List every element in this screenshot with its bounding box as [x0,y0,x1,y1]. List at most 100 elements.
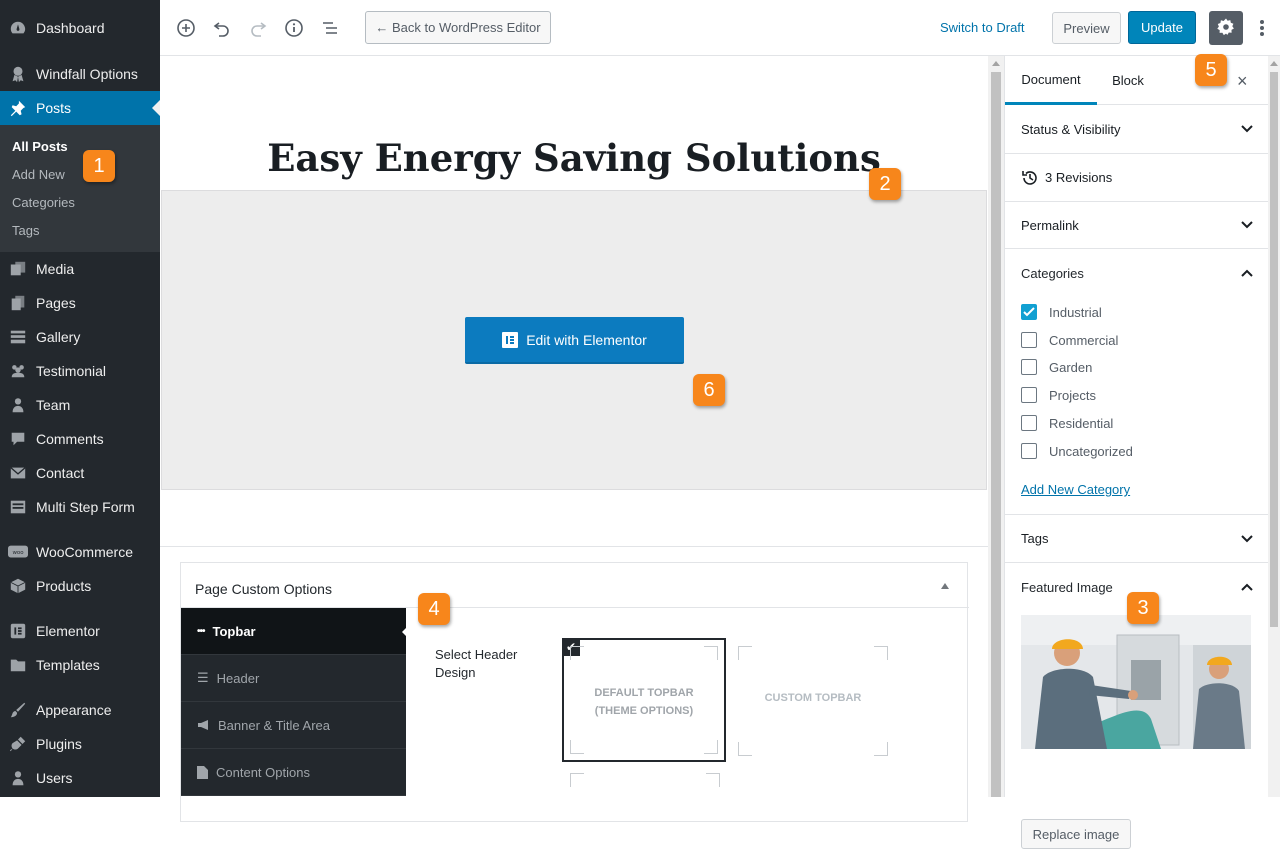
chevron-down-icon [1241,221,1253,229]
elementor-button-label: Edit with Elementor [526,331,647,348]
category-checkbox-residential[interactable] [1021,415,1037,431]
scroll-up-icon[interactable] [1270,61,1278,66]
sidebar-item-contact[interactable]: Contact [0,456,160,490]
featured-image-thumbnail[interactable] [1021,615,1251,749]
category-checkbox-industrial[interactable] [1021,304,1037,320]
media-icon [8,259,28,279]
sidebar-item-appearance[interactable]: Appearance [0,693,160,727]
gallery-icon [8,327,28,347]
category-label-residential: Residential [1049,416,1114,431]
post-title[interactable]: Easy Energy Saving Solutions [160,136,988,180]
scrollbar-thumb[interactable] [1270,72,1278,627]
category-checkbox-garden[interactable] [1021,359,1037,375]
sidebar-item-gallery[interactable]: Gallery [0,320,160,354]
award-icon [8,64,28,84]
posts-submenu: All Posts Add New Categories Tags [0,125,160,252]
option-custom-topbar[interactable]: CUSTOM TOPBAR [738,646,888,756]
box-icon [8,576,28,596]
form-icon [8,497,28,517]
megaphone-icon [197,719,210,731]
sidebar-item-label: Elementor [36,623,100,639]
featured-image-title[interactable]: Featured Image [1021,580,1113,595]
scrollbar-thumb[interactable] [991,72,1001,797]
panel-row-label: Permalink [1021,217,1079,233]
chevron-up-icon[interactable] [1240,580,1254,594]
close-icon[interactable]: × [1237,71,1248,92]
sidebar-item-label: Dashboard [36,20,105,36]
submenu-all-posts[interactable]: All Posts [12,139,68,154]
sidebar-item-multi-step-form[interactable]: Multi Step Form [0,490,160,524]
collapse-arrow-icon[interactable] [941,583,949,589]
sidebar-item-pages[interactable]: Pages [0,286,160,320]
panel-categories: Categories Industrial Commercial Garden … [1005,249,1268,515]
redo-icon[interactable] [246,16,270,40]
nav-topbar[interactable]: ••• Topbar [181,608,406,655]
tab-block[interactable]: Block [1097,56,1159,105]
submenu-add-new[interactable]: Add New [12,167,65,182]
sidebar-item-dashboard[interactable]: Dashboard [0,11,160,45]
chevron-up-icon[interactable] [1240,266,1254,280]
history-icon [1021,169,1039,187]
edit-with-elementor-button[interactable]: Edit with Elementor [465,317,684,364]
sidebar-item-plugins[interactable]: Plugins [0,727,160,761]
sidebar-item-users[interactable]: Users [0,761,160,795]
divider [160,546,988,547]
checkmark-icon [1023,307,1035,317]
nav-header[interactable]: ☰ Header [181,655,406,702]
callout-badge-4: 4 [418,593,450,625]
panel-scrollbar[interactable] [1268,56,1280,797]
editor-scrollbar[interactable] [988,56,1004,797]
add-block-icon[interactable] [174,16,198,40]
sidebar-item-comments[interactable]: Comments [0,422,160,456]
option-third[interactable] [570,773,720,813]
sidebar-item-products[interactable]: Products [0,569,160,603]
category-checkbox-projects[interactable] [1021,387,1037,403]
back-to-wordpress-editor-button[interactable]: ← Back to WordPress Editor [365,11,551,44]
info-icon[interactable] [282,16,306,40]
block-navigation-icon[interactable] [318,16,342,40]
undo-icon[interactable] [210,16,234,40]
scroll-up-icon[interactable] [992,61,1000,66]
metabox-title: Page Custom Options [195,581,332,597]
option-default-topbar[interactable]: ✔ DEFAULT TOPBAR (THEME OPTIONS) [562,638,726,762]
sidebar-item-woocommerce[interactable]: woo WooCommerce [0,535,160,569]
sidebar-item-label: Multi Step Form [36,499,135,515]
add-new-category-link[interactable]: Add New Category [1021,482,1130,497]
nav-content-options[interactable]: Content Options [181,749,406,796]
sidebar-item-posts[interactable]: Posts [0,91,160,125]
sidebar-item-templates[interactable]: Templates [0,648,160,682]
person-icon [8,395,28,415]
sidebar-item-elementor[interactable]: Elementor [0,614,160,648]
dashboard-icon [8,18,28,38]
sidebar-item-team[interactable]: Team [0,388,160,422]
sidebar-item-windfall-options[interactable]: Windfall Options [0,57,160,91]
sidebar-item-media[interactable]: Media [0,252,160,286]
settings-sidebar: Document Block × Status & Visibility 3 R… [1004,56,1268,849]
update-button[interactable]: Update [1128,11,1196,44]
category-checkbox-uncategorized[interactable] [1021,443,1037,459]
panel-status-visibility[interactable]: Status & Visibility [1005,105,1268,154]
sidebar-item-label: Comments [36,431,104,447]
option-default-label: DEFAULT TOPBAR (THEME OPTIONS) [564,684,724,720]
submenu-categories[interactable]: Categories [12,195,75,210]
panel-tags[interactable]: Tags [1005,515,1268,563]
tab-document[interactable]: Document [1005,56,1097,105]
categories-title[interactable]: Categories [1021,266,1084,281]
comment-icon [8,429,28,449]
preview-button[interactable]: Preview [1052,12,1121,44]
sidebar-item-testimonial[interactable]: Testimonial [0,354,160,388]
panel-revisions[interactable]: 3 Revisions [1005,154,1268,202]
category-label-industrial: Industrial [1049,305,1102,320]
dots-icon: ••• [197,625,205,637]
nav-banner-title[interactable]: Banner & Title Area [181,702,406,749]
switch-to-draft-link[interactable]: Switch to Draft [940,20,1025,35]
replace-image-button[interactable]: Replace image [1021,819,1131,849]
pin-icon [8,98,28,118]
nav-label: Content Options [216,764,310,780]
panel-permalink[interactable]: Permalink [1005,202,1268,249]
category-checkbox-commercial[interactable] [1021,332,1037,348]
sidebar-item-label: Appearance [36,702,112,718]
settings-toggle-button[interactable] [1209,11,1243,45]
more-options-icon[interactable] [1250,16,1274,40]
submenu-tags[interactable]: Tags [12,223,39,238]
